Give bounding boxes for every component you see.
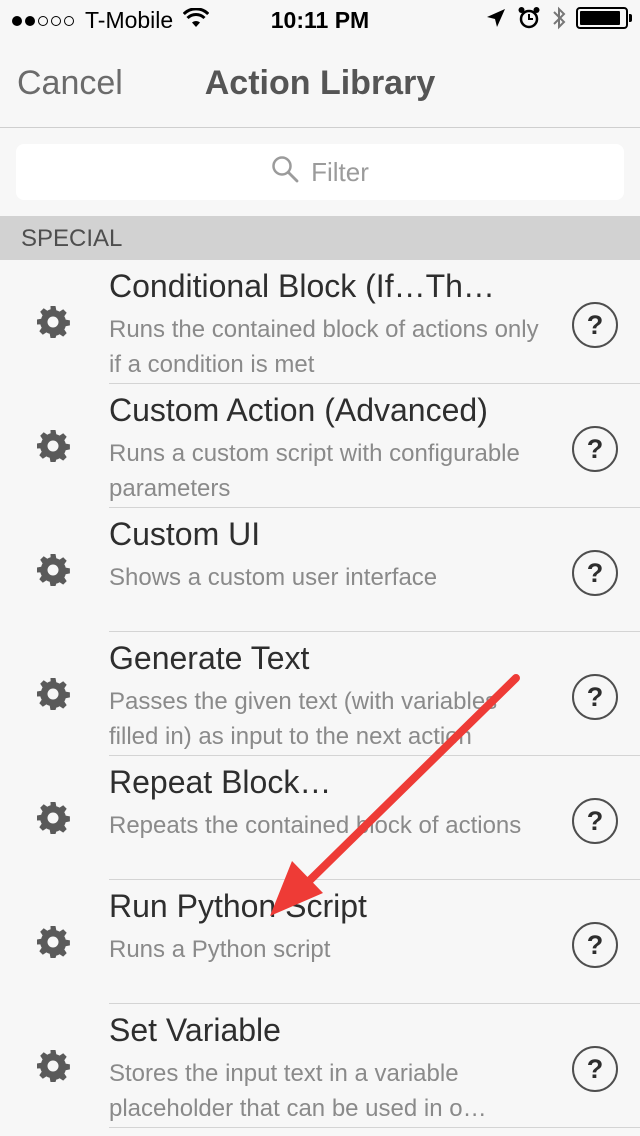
action-title: Generate Text xyxy=(109,640,310,676)
status-bar: T-Mobile 10:11 PM xyxy=(0,0,640,40)
navigation-bar: Cancel Action Library xyxy=(0,40,640,128)
gear-icon xyxy=(35,552,71,588)
action-title: Set Variable xyxy=(109,1012,281,1048)
help-button[interactable]: ? xyxy=(572,674,618,720)
filter-placeholder: Filter xyxy=(311,156,369,187)
section-header-label: SPECIAL xyxy=(21,225,123,252)
action-row[interactable]: Set Variable Stores the input text in a v… xyxy=(0,1004,640,1128)
action-title: Custom Action (Advanced) xyxy=(109,392,488,428)
action-description: Runs a custom script with configurable p… xyxy=(109,440,520,502)
action-title: Run Python Script xyxy=(109,888,367,924)
action-row[interactable]: Custom UI Shows a custom user interface? xyxy=(0,508,640,632)
location-arrow-icon xyxy=(486,8,506,28)
gear-icon xyxy=(35,676,71,712)
action-description: Passes the given text (with variables fi… xyxy=(109,688,498,750)
gear-icon xyxy=(35,924,71,960)
row-divider xyxy=(109,1127,640,1128)
action-row[interactable]: Custom Action (Advanced) Runs a custom sc… xyxy=(0,384,640,508)
gear-icon xyxy=(35,428,71,464)
action-row[interactable]: Repeat Block… Repeats the contained block… xyxy=(0,756,640,880)
action-description: Runs the contained block of actions only… xyxy=(109,316,539,378)
alarm-clock-icon xyxy=(518,6,540,30)
bluetooth-icon xyxy=(552,6,566,30)
action-row[interactable]: Run Python Script Runs a Python script? xyxy=(0,880,640,1004)
action-row[interactable]: Conditional Block (If…Th… Runs the contai… xyxy=(0,260,640,384)
section-header: SPECIAL xyxy=(0,216,640,260)
action-description: Runs a Python script xyxy=(109,936,331,963)
help-button[interactable]: ? xyxy=(572,1046,618,1092)
help-button[interactable]: ? xyxy=(572,798,618,844)
action-title: Conditional Block (If…Th… xyxy=(109,268,495,304)
action-title: Custom UI xyxy=(109,516,261,552)
help-button[interactable]: ? xyxy=(572,302,618,348)
action-description: Stores the input text in a variable plac… xyxy=(109,1060,487,1122)
filter-input[interactable]: Filter xyxy=(16,144,624,200)
action-description: Shows a custom user interface xyxy=(109,564,438,591)
help-button[interactable]: ? xyxy=(572,550,618,596)
action-description: Repeats the contained block of actions xyxy=(109,812,522,839)
gear-icon xyxy=(35,304,71,340)
help-button[interactable]: ? xyxy=(572,922,618,968)
page-title: Action Library xyxy=(204,64,436,102)
battery-icon xyxy=(576,7,632,29)
action-title: Repeat Block… xyxy=(109,764,332,800)
search-icon xyxy=(271,155,311,190)
help-button[interactable]: ? xyxy=(572,426,618,472)
action-row[interactable]: Generate Text Passes the given text (with… xyxy=(0,632,640,756)
gear-icon xyxy=(35,1048,71,1084)
gear-icon xyxy=(35,800,71,836)
